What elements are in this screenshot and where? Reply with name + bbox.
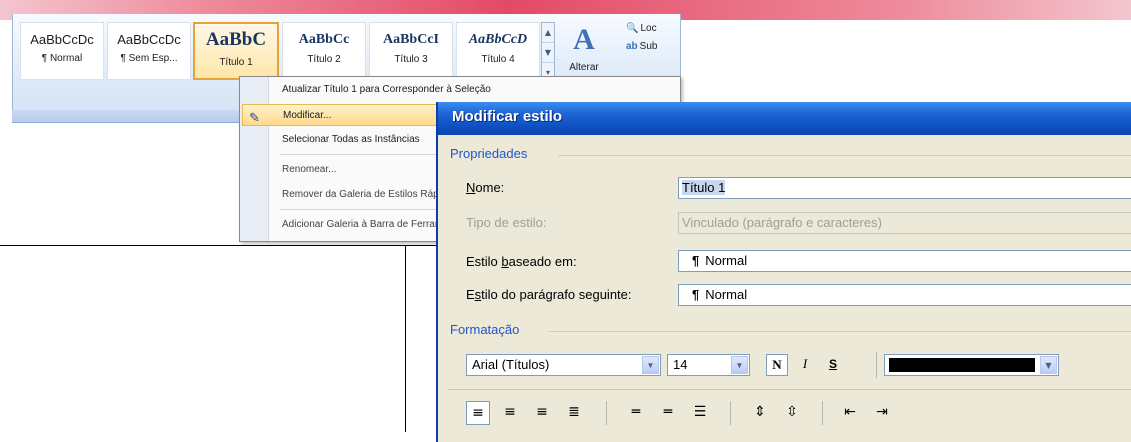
modify-style-dialog: Modificar estilo Propriedades Nome: Títu… (436, 102, 1131, 442)
increase-indent-icon[interactable]: ⇥ (870, 401, 894, 425)
style-name: Título 3 (394, 54, 428, 65)
name-input[interactable]: Título 1 (678, 177, 1131, 199)
menu-icon-gutter (240, 77, 269, 241)
based-on-label: Estilo baseado em: (466, 254, 577, 269)
style-type-label: Tipo de estilo: (466, 215, 547, 230)
quick-style-heading-4[interactable]: AaBbCcD Título 4 (456, 22, 540, 80)
align-left-button[interactable]: ≡ (466, 401, 490, 425)
style-sample: AaBbCcD (468, 32, 528, 47)
chevron-down-icon[interactable]: ▼ (731, 356, 748, 374)
section-divider (448, 389, 1131, 390)
replace-icon: ab (626, 41, 638, 52)
group-divider (558, 155, 1131, 156)
decrease-spacing-before-icon[interactable]: ⇳ (780, 401, 804, 425)
next-style-select[interactable]: ¶ Normal (678, 284, 1131, 306)
document-page-edge (0, 245, 436, 246)
style-name: ¶ Sem Esp... (120, 53, 178, 64)
find-label: Loc (640, 23, 657, 34)
style-sample: AaBbCcI (382, 32, 439, 47)
align-right-button[interactable]: ≡ (530, 401, 554, 425)
name-label: Nome: (466, 180, 505, 195)
replace-label: Sub (639, 41, 658, 52)
style-sample: AaBbCcDc (117, 32, 181, 47)
dialog-titlebar[interactable]: Modificar estilo (438, 102, 1131, 135)
document-page-edge-vertical (405, 245, 406, 432)
quick-style-no-spacing[interactable]: AaBbCcDc ¶ Sem Esp... (107, 22, 191, 80)
quick-style-heading-1[interactable]: AaBbC Título 1 (193, 22, 279, 80)
double-spacing-button[interactable]: ☰ (688, 401, 712, 425)
menu-item-update-to-match[interactable]: Atualizar Título 1 para Corresponder à S… (268, 79, 678, 101)
change-styles-icon: A (573, 23, 595, 56)
style-name: Título 4 (481, 54, 515, 65)
quick-style-heading-2[interactable]: AaBbCc Título 2 (282, 22, 366, 80)
modify-style-icon: ✎ (249, 110, 260, 125)
chevron-down-icon[interactable]: ▼ (1040, 356, 1057, 374)
change-styles-label: Alterar (569, 62, 599, 73)
color-swatch (889, 358, 1035, 372)
style-sample: AaBbCc (298, 32, 350, 47)
underline-button[interactable]: S (822, 354, 844, 376)
group-divider (548, 331, 1131, 332)
pilcrow-icon: ¶ (692, 287, 700, 302)
style-sample: AaBbCcDc (30, 32, 94, 47)
align-center-button[interactable]: ≡ (498, 401, 522, 425)
binoculars-icon: 🔍 (626, 23, 639, 34)
style-sample: AaBbC (205, 29, 267, 50)
bold-button[interactable]: N (766, 354, 788, 376)
one-half-spacing-button[interactable]: ═ (656, 401, 680, 425)
change-styles-button[interactable]: A Alterar (560, 22, 608, 80)
quick-style-heading-3[interactable]: AaBbCcI Título 3 (369, 22, 453, 80)
replace-button[interactable]: ab Sub (626, 38, 678, 56)
next-style-label: Estilo do parágrafo seguinte: (466, 287, 632, 302)
chevron-down-icon[interactable]: ▼ (542, 43, 554, 63)
chevron-down-icon[interactable]: ▼ (642, 356, 659, 374)
font-name-select[interactable]: Arial (Títulos) ▼ (466, 354, 661, 376)
styles-gallery-scroll[interactable]: ▲ ▼ ▾ (541, 22, 555, 80)
toolbar-separator (730, 401, 731, 425)
chevron-up-icon[interactable]: ▲ (542, 23, 554, 43)
decrease-indent-icon[interactable]: ⇤ (838, 401, 862, 425)
formatting-group-label: Formatação (450, 322, 520, 337)
editing-group: 🔍 Loc ab Sub (626, 20, 678, 56)
based-on-select[interactable]: ¶ Normal (678, 250, 1131, 272)
toolbar-separator (606, 401, 607, 425)
toolbar-separator (876, 352, 877, 378)
style-type-field: Vinculado (parágrafo e caracteres) (678, 212, 1131, 234)
style-name: Título 1 (219, 57, 253, 68)
font-size-select[interactable]: 14 ▼ (667, 354, 750, 376)
pilcrow-icon: ¶ (692, 253, 700, 268)
justify-button[interactable]: ≣ (562, 401, 586, 425)
single-spacing-button[interactable]: ═ (624, 401, 648, 425)
find-button[interactable]: 🔍 Loc (626, 20, 678, 38)
style-name: Título 2 (307, 54, 341, 65)
italic-button[interactable]: I (794, 354, 816, 376)
toolbar-separator (822, 401, 823, 425)
style-name: ¶ Normal (41, 53, 83, 64)
increase-spacing-before-icon[interactable]: ⇕ (748, 401, 772, 425)
menu-item-label: Modificar... (283, 110, 332, 121)
properties-group-label: Propriedades (450, 146, 528, 161)
font-color-select[interactable]: ▼ (884, 354, 1059, 376)
dialog-title: Modificar estilo (452, 108, 563, 125)
quick-style-normal[interactable]: AaBbCcDc ¶ Normal (20, 22, 104, 80)
